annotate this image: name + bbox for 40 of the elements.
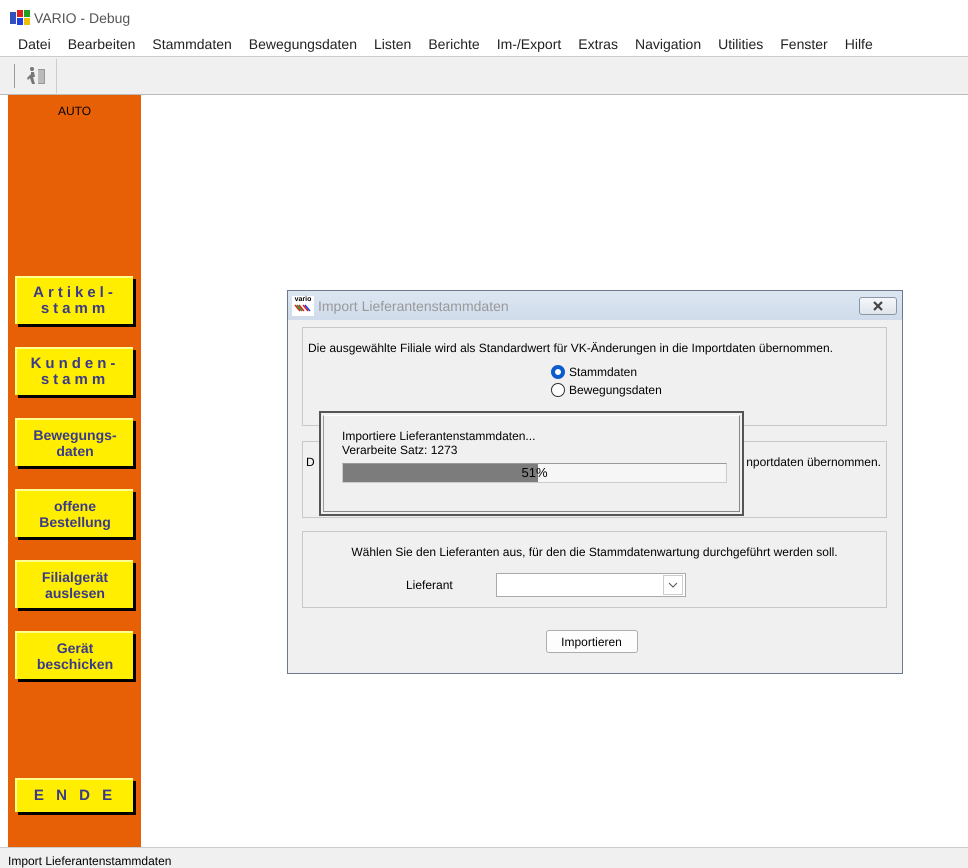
info-text: Wählen Sie den Lieferanten aus, für den die Stammdatenwartung durchgeführt werden soll.: [351, 545, 838, 559]
radio-button[interactable]: [551, 365, 565, 379]
menu-item[interactable]: Berichte: [419, 36, 488, 52]
menu-item[interactable]: Utilities: [709, 36, 772, 52]
menu-item[interactable]: Fenster: [771, 36, 836, 52]
app-icon: [9, 8, 31, 26]
nav-button[interactable]: Gerät beschicken: [15, 631, 133, 679]
menu-item[interactable]: Extras: [569, 36, 626, 52]
menu-item[interactable]: Bearbeiten: [58, 36, 144, 52]
nav-button[interactable]: Kunden- stamm: [15, 347, 133, 395]
menu-item[interactable]: Im-/Export: [488, 36, 570, 52]
window-title: VARIO - Debug: [34, 10, 130, 26]
dialog-title: Import Lieferantenstammdaten: [318, 298, 510, 314]
nav-button[interactable]: Artikel- stamm: [15, 276, 133, 324]
info-text: Die ausgewählte Filiale wird als Standardwert für VK-Änderungen in die Importdaten übernommen.: [308, 341, 834, 355]
menu-item[interactable]: Bewegungsdaten: [240, 36, 365, 52]
chevron-down-icon: [668, 582, 678, 588]
progress-text: Verarbeite Satz: 1273: [342, 443, 458, 457]
nav-button[interactable]: Filialgerät auslesen: [15, 560, 133, 608]
progress-text: Importiere Lieferantenstammdaten...: [342, 429, 536, 443]
radio-label: Stammdaten: [569, 365, 638, 379]
radio-button[interactable]: [551, 383, 565, 397]
info-text: D: [306, 455, 315, 471]
exit-button[interactable]: E N D E: [15, 778, 133, 812]
nav-button[interactable]: offene Bestellung: [15, 489, 133, 537]
field-label: Lieferant: [406, 578, 454, 592]
info-text: nportdaten übernommen.: [746, 455, 881, 471]
import-button[interactable]: Importieren: [546, 630, 638, 653]
menu-item[interactable]: Hilfe: [836, 36, 881, 52]
mode-label: AUTO: [56, 104, 92, 120]
menu-item[interactable]: Stammdaten: [143, 36, 240, 52]
close-button[interactable]: [859, 296, 897, 314]
nav-button[interactable]: Bewegungs- daten: [15, 418, 133, 466]
status-text: Import Lieferantenstammdaten: [8, 854, 172, 868]
menu-item[interactable]: Navigation: [626, 36, 710, 52]
menu-item[interactable]: Datei: [9, 36, 59, 52]
radio-label: Bewegungsdaten: [569, 383, 662, 397]
person-door-icon: [26, 66, 46, 86]
menu-item[interactable]: Listen: [364, 36, 420, 52]
close-icon: [872, 300, 884, 310]
